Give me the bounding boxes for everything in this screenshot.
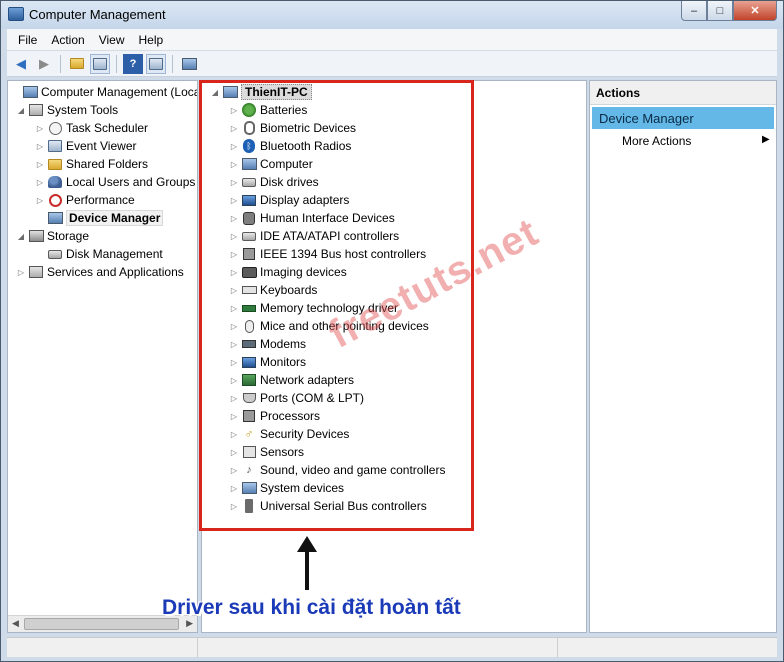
arrow-shaft (305, 548, 309, 590)
window-title: Computer Management (29, 7, 166, 22)
tree-item-disk-management[interactable]: Disk Management (35, 245, 163, 263)
computer-management-icon (22, 84, 38, 100)
tree-arrow[interactable]: ◢ (16, 106, 26, 115)
tree-item-label: Local Users and Groups (66, 175, 196, 189)
show-hide-action-pane-icon[interactable] (146, 53, 166, 74)
folder-shape (70, 58, 84, 69)
minimize-button[interactable]: – (681, 1, 707, 21)
submenu-arrow-icon: ▶ (762, 134, 770, 145)
menu-bar: File Action View Help (7, 29, 777, 51)
tree-arrow[interactable]: ▷ (35, 142, 45, 151)
scrollbar-thumb[interactable] (24, 618, 179, 630)
up-folder-icon[interactable] (67, 54, 87, 74)
more-actions-link[interactable]: More Actions (622, 134, 691, 148)
annotation-caption: Driver sau khi cài đặt hoàn tất (162, 596, 461, 619)
title-bar: Computer Management – □ ✕ (1, 1, 783, 29)
tree-item-storage[interactable]: ◢ Storage (16, 227, 89, 245)
clock-icon (47, 120, 63, 136)
services-icon (28, 264, 44, 280)
back-icon[interactable]: ◀ (11, 54, 31, 74)
tree-item-label: Event Viewer (66, 139, 137, 153)
pane-shape (93, 57, 107, 70)
actions-section-device-manager[interactable]: Device Manager (592, 107, 774, 129)
disk-icon (47, 246, 63, 262)
toolbar-separator (60, 54, 61, 73)
tree-item-label: Shared Folders (66, 157, 149, 171)
performance-icon (47, 192, 63, 208)
tree-item-label: Performance (66, 193, 135, 207)
toolbar: ◀ ▶ ? (7, 51, 777, 77)
maximize-button[interactable]: □ (707, 1, 733, 21)
scroll-left-icon[interactable]: ◀ (12, 618, 19, 629)
tree-item-label: Disk Management (66, 247, 163, 261)
tree-item-label: Task Scheduler (66, 121, 149, 135)
scan-hardware-icon[interactable] (179, 54, 199, 74)
tree-item-system-tools[interactable]: ◢ System Tools (16, 101, 118, 119)
pane-shape (149, 57, 163, 70)
highlight-box (199, 80, 474, 531)
shared-folder-icon (47, 156, 63, 172)
tree-arrow[interactable]: ◢ (16, 232, 26, 241)
actions-pane: Actions Device Manager More Actions ▶ (589, 80, 777, 633)
event-viewer-icon (47, 138, 63, 154)
device-manager-icon (47, 210, 63, 226)
menu-help[interactable]: Help (132, 33, 171, 47)
tree-arrow[interactable]: ▷ (35, 178, 45, 187)
toolbar-separator (172, 54, 173, 73)
menu-view[interactable]: View (92, 33, 132, 47)
tree-item-computer-management[interactable]: Computer Management (Local (10, 83, 198, 101)
computer-management-icon (8, 7, 24, 21)
tree-item-label: Computer Management (Local (41, 85, 198, 99)
tree-arrow[interactable]: ▷ (35, 196, 45, 205)
tree-item-services[interactable]: ▷ Services and Applications (16, 263, 184, 281)
status-bar (7, 637, 777, 658)
tree-arrow[interactable]: ▷ (35, 160, 45, 169)
forward-icon[interactable]: ▶ (34, 54, 54, 74)
tree-item-label: Storage (47, 229, 90, 243)
menu-action[interactable]: Action (44, 33, 91, 47)
help-icon[interactable]: ? (123, 53, 143, 74)
status-cell (198, 638, 558, 658)
status-cell (7, 638, 198, 658)
window-controls: – □ ✕ (681, 1, 777, 21)
toolbar-separator (116, 54, 117, 73)
tree-arrow[interactable]: ▷ (35, 124, 45, 133)
tree-item-label: System Tools (47, 103, 119, 117)
tree-item-label: Services and Applications (47, 265, 184, 279)
navigation-tree: Computer Management (Local ◢ System Tool… (7, 80, 198, 633)
tree-arrow[interactable]: ▷ (16, 268, 26, 277)
status-cell (558, 638, 777, 658)
tree-item-local-users[interactable]: ▷ Local Users and Groups (35, 173, 195, 191)
tree-item-event-viewer[interactable]: ▷ Event Viewer (35, 137, 137, 155)
tools-icon (28, 102, 44, 118)
tree-item-device-manager[interactable]: Device Manager (35, 209, 164, 227)
actions-header: Actions (590, 81, 776, 105)
storage-icon (28, 228, 44, 244)
computer-shape (181, 57, 197, 70)
close-button[interactable]: ✕ (733, 1, 777, 21)
tree-item-label: Device Manager (66, 210, 164, 226)
tree-item-performance[interactable]: ▷ Performance (35, 191, 135, 209)
users-icon (47, 174, 63, 190)
tree-item-shared-folders[interactable]: ▷ Shared Folders (35, 155, 148, 173)
show-hide-tree-icon[interactable] (90, 53, 110, 74)
tree-item-task-scheduler[interactable]: ▷ Task Scheduler (35, 119, 148, 137)
menu-file[interactable]: File (11, 33, 44, 47)
